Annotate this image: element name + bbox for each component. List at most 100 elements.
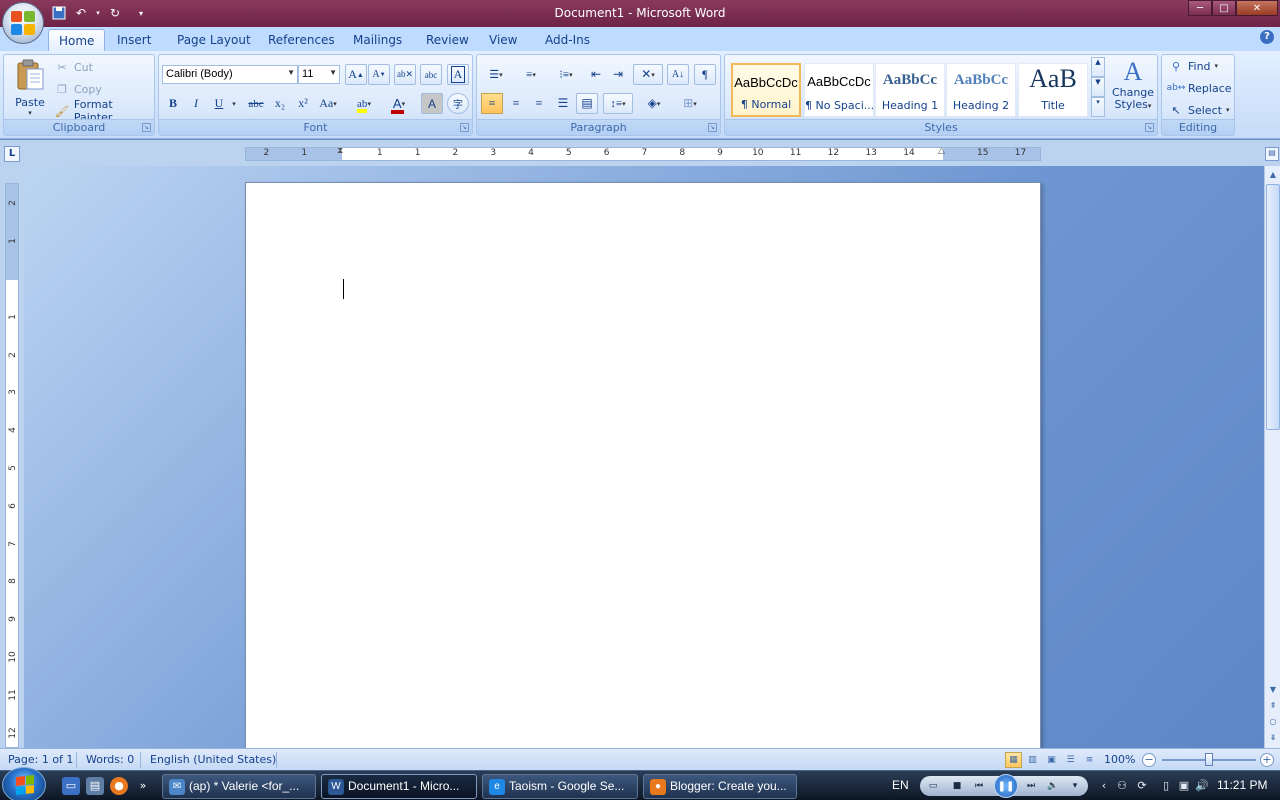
zoom-out-icon[interactable]: − — [1142, 753, 1156, 767]
quicklaunch-more-icon[interactable]: » — [134, 777, 152, 795]
font-launcher-icon[interactable]: ↘ — [460, 123, 469, 132]
change-case-button[interactable]: Aa ▾ — [317, 93, 339, 114]
cut-button[interactable]: ✂ Cut — [54, 57, 93, 77]
page-count[interactable]: Page: 1 of 1 — [8, 753, 73, 766]
undo-icon[interactable]: ↶ — [72, 4, 90, 22]
font-size-dropdown-icon[interactable]: ▼ — [329, 68, 337, 77]
select-button[interactable]: ↖ Select ▾ — [1168, 100, 1229, 120]
browse-object-icon[interactable]: ○ — [1266, 715, 1280, 729]
style-heading-2[interactable]: AaBbCc Heading 2 — [946, 63, 1016, 117]
decrease-indent-button[interactable]: ⇤ — [585, 64, 607, 85]
tray-device-icon[interactable]: ▯ — [1158, 778, 1174, 794]
find-button[interactable]: ⚲ Find ▾ — [1168, 56, 1218, 76]
tab-insert[interactable]: Insert — [107, 29, 161, 51]
style-title[interactable]: AaB Title — [1018, 63, 1088, 117]
bold-button[interactable]: B — [162, 93, 184, 114]
change-styles-button[interactable]: A Change Styles▾ — [1111, 57, 1155, 119]
replace-button[interactable]: ab↔ Replace — [1167, 78, 1232, 98]
taskbar-item-mail[interactable]: ✉ (ap) * Valerie <for_... — [162, 774, 316, 799]
scroll-up-icon[interactable]: ▲ — [1266, 168, 1280, 182]
clock[interactable]: 11:21 PM — [1217, 778, 1267, 792]
underline-dropdown-icon[interactable]: ▾ — [229, 93, 239, 114]
draft-view-button[interactable]: ≡ — [1081, 752, 1098, 768]
web-layout-button[interactable]: ▣ — [1043, 752, 1060, 768]
redo-icon[interactable]: ↻ — [106, 4, 124, 22]
increase-indent-button[interactable]: ⇥ — [607, 64, 629, 85]
font-size-input[interactable]: 11 ▼ — [298, 65, 340, 84]
vertical-ruler[interactable]: 2 1 1 2 3 4 5 6 7 8 9 10 11 12 — [5, 183, 19, 748]
style-normal[interactable]: AaBbCcDc ¶ Normal — [731, 63, 801, 117]
style-no-spacing[interactable]: AaBbCcDc ¶ No Spaci... — [804, 63, 874, 117]
media-window-icon[interactable]: ▭ — [926, 779, 940, 793]
gallery-down-icon[interactable]: ▼ — [1091, 77, 1105, 97]
align-center-button[interactable]: ≡ — [505, 93, 527, 114]
minimize-button[interactable]: ─ — [1188, 0, 1212, 16]
enclose-characters-button[interactable]: 字 — [447, 93, 469, 114]
maximize-button[interactable]: □ — [1212, 0, 1236, 16]
distributed-button[interactable]: ▤ — [576, 93, 598, 114]
shrink-font-button[interactable]: A ▼ — [368, 64, 390, 85]
save-icon[interactable] — [50, 4, 68, 22]
undo-dropdown-icon[interactable]: ▾ — [94, 4, 102, 22]
zoom-slider-thumb[interactable] — [1205, 753, 1213, 766]
previous-page-icon[interactable]: ⇞ — [1266, 699, 1280, 713]
show-formatting-button[interactable]: ¶ — [694, 64, 716, 85]
document-page[interactable] — [245, 182, 1041, 752]
tab-selector[interactable]: L — [4, 146, 20, 162]
horizontal-ruler[interactable]: 2 1 1 1 2 3 4 5 6 7 8 9 10 11 12 13 14 15 17 ⧗ △ — [245, 147, 1041, 161]
tab-home[interactable]: Home — [48, 29, 106, 51]
tray-volume-icon[interactable]: 🔊 — [1194, 778, 1210, 794]
clear-formatting-button[interactable]: ab✕ — [394, 64, 416, 85]
phonetic-guide-button[interactable]: abc — [420, 64, 442, 85]
font-color-button[interactable]: A ▾ — [384, 93, 414, 114]
gallery-more-icon[interactable]: ▾ — [1091, 97, 1105, 117]
subscript-button[interactable]: x₂ — [269, 93, 291, 114]
bullets-button[interactable]: ☰ ▾ — [481, 64, 511, 85]
highlight-button[interactable]: ab ▾ — [349, 93, 379, 114]
tab-add-ins[interactable]: Add-Ins — [535, 29, 600, 51]
start-button[interactable] — [2, 767, 46, 800]
font-name-input[interactable]: Calibri (Body) ▼ — [162, 65, 298, 84]
borders-button[interactable]: ⊞ ▾ — [675, 93, 705, 114]
language-indicator[interactable]: English (United States) — [150, 753, 276, 766]
outline-view-button[interactable]: ☰ — [1062, 752, 1079, 768]
underline-button[interactable]: U — [208, 93, 230, 114]
customize-qat-icon[interactable]: ▾ — [136, 4, 146, 22]
media-menu-icon[interactable]: ▾ — [1068, 779, 1082, 793]
paragraph-launcher-icon[interactable]: ↘ — [708, 123, 717, 132]
tray-network-icon[interactable]: ⚇ — [1114, 778, 1130, 794]
align-right-button[interactable]: ≡ — [528, 93, 550, 114]
view-ruler-icon[interactable]: ▤ — [1265, 147, 1279, 161]
tray-expand-icon[interactable]: ‹ — [1096, 778, 1112, 794]
scroll-down-icon[interactable]: ▼ — [1266, 683, 1280, 697]
numbering-button[interactable]: ≡ ▾ — [516, 64, 546, 85]
print-layout-view-button[interactable]: ▦ — [1005, 752, 1022, 768]
shading-button[interactable]: ◈ ▾ — [639, 93, 669, 114]
input-language[interactable]: EN — [892, 778, 909, 792]
text-direction-button[interactable]: ✕ ▾ — [633, 64, 663, 85]
superscript-button[interactable]: x² — [292, 93, 314, 114]
character-shading-button[interactable]: A — [421, 93, 443, 114]
show-desktop-icon[interactable]: ▭ — [62, 777, 80, 795]
line-spacing-button[interactable]: ↕≡ ▾ — [603, 93, 633, 114]
grow-font-button[interactable]: A ▲ — [345, 64, 367, 85]
character-border-button[interactable]: A — [447, 64, 469, 85]
align-left-button[interactable]: ≡ — [481, 93, 503, 114]
copy-button[interactable]: ❐ Copy — [54, 79, 102, 99]
styles-launcher-icon[interactable]: ↘ — [1145, 123, 1154, 132]
close-button[interactable]: ✕ — [1236, 0, 1278, 16]
tab-page-layout[interactable]: Page Layout — [167, 29, 261, 51]
sort-button[interactable]: A↓ — [667, 64, 689, 85]
scroll-thumb[interactable] — [1266, 184, 1280, 430]
tab-review[interactable]: Review — [416, 29, 479, 51]
tab-view[interactable]: View — [479, 29, 527, 51]
format-painter-button[interactable]: 🖌 Format Painter — [54, 98, 154, 124]
media-volume-icon[interactable]: 🔈 — [1046, 779, 1060, 793]
media-stop-icon[interactable]: ■ — [950, 779, 964, 793]
vertical-scrollbar[interactable]: ▲ ▼ ⇞ ○ ⇟ — [1264, 166, 1280, 748]
clipboard-launcher-icon[interactable]: ↘ — [142, 123, 151, 132]
tray-sync-icon[interactable]: ⟳ — [1134, 778, 1150, 794]
taskbar-item-word[interactable]: W Document1 - Micro... — [321, 774, 477, 799]
taskbar-item-ie[interactable]: e Taoism - Google Se... — [482, 774, 638, 799]
paste-button[interactable]: Paste ▾ — [10, 57, 50, 119]
